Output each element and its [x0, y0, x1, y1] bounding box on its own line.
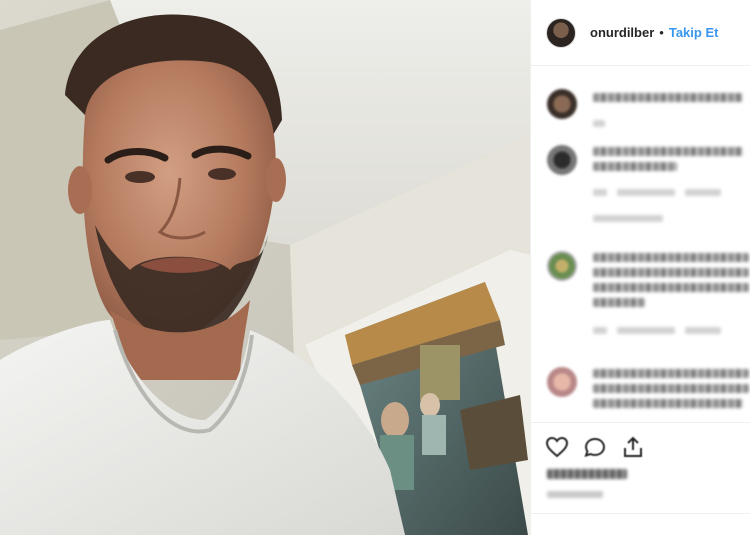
post-actions	[531, 422, 750, 535]
commenter-avatar[interactable]	[547, 145, 577, 175]
post-date	[547, 491, 603, 498]
avatar[interactable]	[546, 17, 576, 48]
commenter-avatar[interactable]	[547, 89, 577, 119]
commenter-avatar[interactable]	[547, 367, 577, 397]
heart-icon[interactable]	[545, 435, 569, 459]
post-side-panel: onurdilber • Takip Et	[530, 0, 750, 535]
post-photo[interactable]	[0, 0, 530, 535]
share-icon[interactable]	[621, 435, 645, 459]
selfie-image	[0, 0, 530, 535]
commenter-avatar[interactable]	[547, 251, 577, 281]
likes-count[interactable]	[547, 469, 627, 479]
username[interactable]: onurdilber	[590, 25, 654, 40]
add-comment-area[interactable]	[531, 513, 750, 535]
post-header: onurdilber • Takip Et	[531, 0, 750, 66]
comment-icon[interactable]	[583, 435, 607, 459]
separator-dot: •	[659, 25, 664, 40]
comments-list[interactable]	[531, 67, 750, 422]
follow-button[interactable]: Takip Et	[669, 25, 719, 40]
